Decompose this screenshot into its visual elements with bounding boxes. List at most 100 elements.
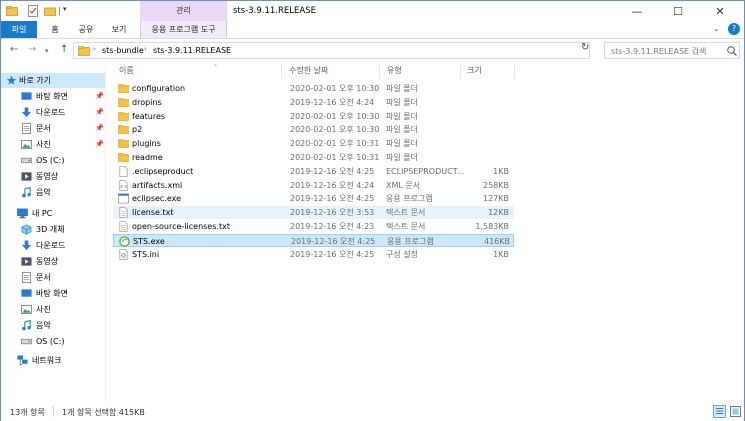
text-file-icon: [119, 207, 128, 219]
file-row-open-source-licenses-txt[interactable]: open-source-licenses.txt 2019-12-16 오전 4:…: [113, 220, 514, 233]
file-name: plugins: [132, 139, 161, 149]
pin-icon[interactable]: 📌: [95, 137, 104, 152]
sidebar-item-videos-pc[interactable]: 동영상: [1, 254, 105, 269]
properties-icon[interactable]: [27, 5, 39, 17]
sidebar-item-videos[interactable]: 동영상: [1, 169, 105, 184]
sidebar-item-drive-c[interactable]: OS (C:): [1, 153, 105, 168]
file-size: 416KB: [483, 236, 510, 246]
help-icon[interactable]: ?: [728, 23, 740, 35]
column-header-size[interactable]: 크기: [467, 63, 512, 79]
search-icon[interactable]: [726, 45, 738, 57]
sidebar-item-3d-objects[interactable]: 3D 개체: [1, 222, 105, 237]
folder-icon: [118, 125, 129, 135]
file-row-eclipseproduct[interactable]: .eclipseproduct 2019-12-16 오전 4:25 ECLIPSE…: [113, 165, 514, 178]
details-view-icon[interactable]: [713, 405, 726, 418]
close-button[interactable]: ✕: [705, 3, 735, 21]
tab-file[interactable]: 파일: [1, 21, 37, 38]
sidebar-item-drive-c-pc[interactable]: OS (C:): [1, 334, 105, 349]
breadcrumb-separator[interactable]: ›: [93, 45, 96, 53]
folder-app-icon[interactable]: [6, 5, 18, 17]
file-size: 12KB: [488, 208, 509, 218]
column-header-date[interactable]: 수정한 날짜: [289, 63, 379, 79]
file-size: 1KB: [493, 249, 509, 259]
sidebar-item-label: 문서: [36, 273, 51, 282]
column-divider[interactable]: [514, 63, 515, 79]
tab-home[interactable]: 홈: [43, 21, 67, 38]
back-arrow-icon[interactable]: ←: [10, 44, 18, 55]
file-row-sts-ini[interactable]: STS.ini 2019-12-16 오전 4:25 구성 설정 1KB: [113, 248, 514, 261]
sidebar-item-this-pc[interactable]: 내 PC: [1, 206, 105, 221]
refresh-icon[interactable]: ↻: [581, 42, 589, 53]
file-modified-date: 2020-02-01 오후 10:31: [290, 139, 380, 149]
recent-locations-icon[interactable]: ▾: [45, 47, 49, 55]
xml-file-icon: [119, 179, 128, 191]
sidebar-item-music-pc[interactable]: 음악: [1, 318, 105, 333]
sidebar-item-desktop-pc[interactable]: 바탕 화면: [1, 286, 105, 301]
navigation-pane: 바로 가기 바탕 화면 📌 다운로드 📌 문서 📌 사진 📌 OS (C:) 동…: [1, 66, 105, 400]
sidebar-item-network[interactable]: 네트워크: [1, 353, 105, 368]
column-header-type[interactable]: 유형: [387, 63, 457, 79]
minimize-button[interactable]: —: [622, 3, 652, 21]
column-divider[interactable]: [460, 63, 461, 79]
pictures-icon: [21, 140, 32, 149]
new-folder-icon[interactable]: [44, 5, 56, 17]
expand-ribbon-icon[interactable]: ⌄: [713, 24, 720, 33]
column-divider[interactable]: [379, 63, 380, 79]
file-icon: [119, 165, 128, 177]
breadcrumb-sts-bundle[interactable]: sts-bundle: [102, 46, 144, 55]
sidebar-item-documents[interactable]: 문서 📌: [1, 121, 105, 136]
file-row-features[interactable]: features 2020-02-01 오후 10:30 파일 폴더: [113, 110, 514, 123]
column-header-name[interactable]: 이름 ⌃: [119, 63, 279, 79]
file-row-readme[interactable]: readme 2020-02-01 오후 10:31 파일 폴더: [113, 151, 514, 164]
address-bar[interactable]: › sts-bundle › sts-3.9.11.RELEASE ▾: [73, 42, 646, 59]
sidebar-item-label: 네트워크: [32, 356, 62, 365]
sts-app-icon: [119, 235, 130, 247]
file-modified-date: 2019-12-16 오전 4:24: [290, 180, 375, 190]
sidebar-item-pictures-pc[interactable]: 사진: [1, 302, 105, 317]
file-row-configuration[interactable]: configuration 2020-02-01 오후 10:30 파일 폴더: [113, 82, 514, 95]
file-size: 258KB: [482, 180, 509, 190]
customize-toolbar-icon[interactable]: ▾: [63, 5, 67, 13]
file-row-plugins[interactable]: plugins 2020-02-01 오후 10:31 파일 폴더: [113, 137, 514, 150]
pin-icon[interactable]: 📌: [95, 121, 104, 136]
folder-icon: [118, 153, 129, 162]
tab-share[interactable]: 공유: [71, 21, 101, 38]
sidebar-item-desktop[interactable]: 바탕 화면 📌: [1, 89, 105, 104]
tab-application-tools[interactable]: 응용 프로그램 도구: [140, 21, 227, 38]
pin-icon[interactable]: 📌: [95, 105, 104, 120]
search-placeholder: sts-3.9.11.RELEASE 검색: [611, 47, 707, 56]
sidebar-item-music[interactable]: 음악: [1, 185, 105, 200]
search-box[interactable]: sts-3.9.11.RELEASE 검색: [604, 42, 740, 59]
star-icon: [6, 75, 17, 85]
sidebar-item-label: 사진: [36, 140, 51, 149]
sidebar-item-label: 다운로드: [36, 241, 66, 250]
maximize-button[interactable]: ☐: [663, 3, 693, 21]
file-row-eclipsec-exe[interactable]: eclipsec.exe 2019-12-16 오전 4:25 응용 프로그램 127…: [113, 192, 514, 205]
pane-divider[interactable]: [105, 66, 106, 401]
quick-access-separator: |: [58, 6, 61, 15]
file-row-license-txt[interactable]: license.txt 2019-12-16 오전 3:53 텍스트 문서 12KB: [113, 206, 514, 220]
file-row-sts-exe[interactable]: STS.exe 2019-12-16 오전 4:25 응용 프로그램 416KB: [113, 233, 514, 247]
breadcrumb-separator[interactable]: ›: [144, 45, 147, 53]
file-row-p2[interactable]: p2 2020-02-01 오후 10:30 파일 폴더: [113, 123, 514, 136]
sidebar-item-label: 바탕 화면: [36, 289, 68, 298]
sidebar-item-documents-pc[interactable]: 문서: [1, 270, 105, 285]
sidebar-item-downloads-pc[interactable]: 다운로드: [1, 238, 105, 253]
sidebar-item-downloads[interactable]: 다운로드 📌: [1, 105, 105, 120]
sidebar-item-pictures[interactable]: 사진 📌: [1, 137, 105, 152]
file-row-dropins[interactable]: dropins 2019-12-16 오전 4:24 파일 폴더: [113, 96, 514, 109]
tab-view[interactable]: 보기: [105, 21, 133, 38]
file-row-artifacts-xml[interactable]: artifacts.xml 2019-12-16 오전 4:24 XML 문서 258…: [113, 179, 514, 192]
sidebar-item-quick-access[interactable]: 바로 가기: [1, 73, 105, 88]
document-icon: [22, 123, 31, 134]
exe-icon: [118, 193, 129, 204]
breadcrumb-current[interactable]: sts-3.9.11.RELEASE: [153, 46, 231, 55]
file-list: 이름 ⌃ 수정한 날짜 유형 크기 configuration 2020-02-0…: [107, 63, 744, 401]
context-group-label: 관리: [140, 1, 227, 21]
forward-arrow-icon[interactable]: →: [28, 44, 36, 55]
up-arrow-icon[interactable]: ↑: [60, 44, 68, 55]
navigation-bar: ← → ▾ ↑ › sts-bundle › sts-3.9.11.RELEAS…: [1, 40, 744, 62]
column-divider[interactable]: [281, 63, 282, 79]
pin-icon[interactable]: 📌: [95, 89, 104, 104]
large-icons-view-icon[interactable]: [729, 405, 742, 418]
